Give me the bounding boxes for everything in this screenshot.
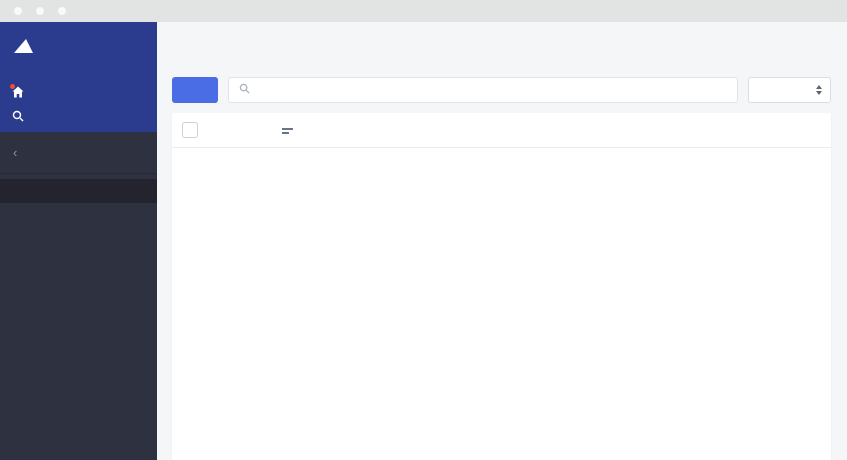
- products-table: [172, 113, 831, 460]
- main-content: [157, 22, 847, 460]
- search-icon: [12, 110, 24, 125]
- submenu-item-product-options[interactable]: [0, 349, 157, 373]
- window-control-icon[interactable]: [36, 7, 44, 15]
- bigcommerce-logo-icon: [12, 38, 34, 54]
- submenu-item-product-reviews[interactable]: [0, 397, 157, 421]
- submenu-item-add[interactable]: [0, 203, 157, 227]
- submenu-item-brands[interactable]: [0, 421, 157, 445]
- product-filter-select[interactable]: [748, 77, 831, 103]
- add-button[interactable]: [172, 77, 218, 103]
- submenu-item-export[interactable]: [0, 275, 157, 299]
- sidebar-item-dashboard[interactable]: [9, 82, 32, 102]
- table-header-row: [172, 113, 831, 148]
- sidebar-item-search[interactable]: [12, 107, 32, 127]
- home-icon: [9, 83, 24, 98]
- products-submenu-panel: ‹: [0, 132, 157, 460]
- select-stepper-icon: [816, 85, 822, 95]
- submenu-item-import[interactable]: [0, 251, 157, 275]
- submenu-item-import-product-skus[interactable]: [0, 445, 157, 460]
- submenu-item-view[interactable]: [0, 179, 157, 203]
- window-title-bar: [0, 0, 847, 22]
- sort-icon[interactable]: [282, 128, 293, 136]
- submenu-list-secondary: [0, 325, 157, 460]
- notification-badge: [9, 83, 16, 90]
- submenu-item-product-categories[interactable]: [0, 325, 157, 349]
- app-window: ‹: [0, 22, 847, 460]
- sidebar: ‹: [0, 22, 157, 460]
- bigcommerce-logo[interactable]: [12, 38, 35, 54]
- select-all-checkbox[interactable]: [182, 122, 198, 138]
- submenu-item-product-filtering[interactable]: [0, 373, 157, 397]
- product-search-bar: [228, 77, 738, 103]
- window-control-icon[interactable]: [58, 7, 66, 15]
- search-icon: [239, 81, 250, 99]
- submenu-list: [0, 179, 157, 299]
- submenu-item-search[interactable]: [0, 227, 157, 251]
- chevron-left-icon: ‹: [13, 145, 18, 160]
- search-input[interactable]: [257, 83, 727, 97]
- submenu-header-products[interactable]: ‹: [0, 132, 157, 174]
- window-control-icon[interactable]: [14, 7, 22, 15]
